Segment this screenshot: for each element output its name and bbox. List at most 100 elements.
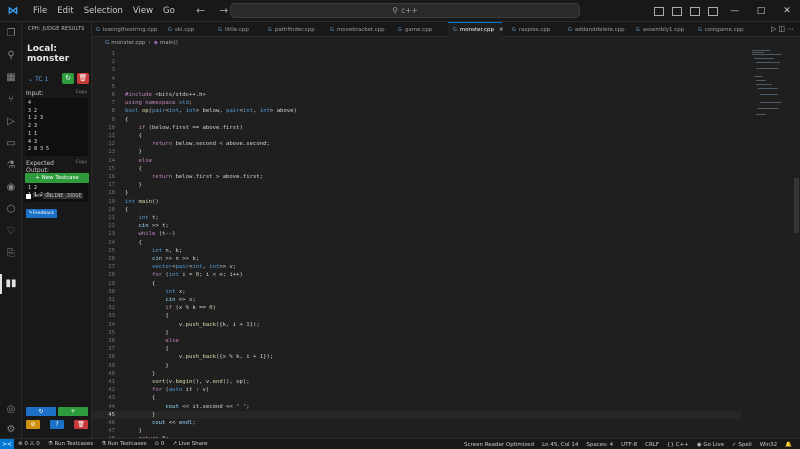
run-all-button[interactable]: ↻ bbox=[26, 407, 56, 416]
tab-game[interactable]: Ggame.cpp bbox=[392, 22, 440, 37]
run-debug-icon[interactable]: ▷ bbox=[5, 116, 17, 128]
code-line[interactable]: 36 else bbox=[92, 337, 742, 345]
code-line[interactable]: 42 for (auto it : v) bbox=[92, 386, 742, 394]
code-line[interactable]: 45 } bbox=[92, 410, 742, 419]
search-icon[interactable]: ⚲ bbox=[5, 50, 17, 62]
code-line[interactable]: 7 using namespace std; bbox=[92, 99, 742, 107]
code-line[interactable]: 21 int t; bbox=[92, 214, 742, 222]
copy-expected-link[interactable]: Copy bbox=[76, 160, 87, 174]
code-line[interactable]: 10 if (below.first == above.first) bbox=[92, 124, 742, 132]
code-line[interactable]: 23 while (t--) bbox=[92, 230, 742, 238]
code-line[interactable]: 41 sort(v.begin(), v.end(), op); bbox=[92, 378, 742, 386]
tab-movebracket[interactable]: Gmovebracket.cpp bbox=[324, 22, 390, 37]
input-box[interactable]: 43 21 2 32 31 14 32 8 3 5 bbox=[25, 98, 88, 156]
settings-gear-icon[interactable]: ⚙ bbox=[5, 424, 17, 436]
forward-arrow-icon[interactable]: → bbox=[219, 4, 228, 17]
source-control-icon[interactable]: ⑂ bbox=[5, 94, 17, 106]
close-button[interactable]: ✕ bbox=[774, 6, 800, 16]
split-editor-icon[interactable]: ◫ bbox=[778, 25, 787, 33]
code-line[interactable]: 31 cin >> x; bbox=[92, 296, 742, 304]
more-actions-icon[interactable]: ⋯ bbox=[787, 25, 796, 33]
code-editor[interactable]: 1 2 3 4 5 6 #include <bits/stdc++.h> 7 using nam… bbox=[92, 48, 800, 438]
run-testcases-status[interactable]: ⚗ Run Testcases bbox=[44, 441, 97, 447]
docker-icon[interactable]: ⬡ bbox=[5, 204, 17, 216]
tab-addanddelete[interactable]: Gaddanddelete.cpp bbox=[562, 22, 626, 37]
code-line[interactable]: 44 cout << it.second << " "; bbox=[92, 403, 742, 411]
minimap[interactable] bbox=[752, 48, 792, 118]
maximize-button[interactable]: □ bbox=[748, 6, 774, 16]
menu-selection[interactable]: Selection bbox=[79, 6, 128, 16]
feedback-button[interactable]: ✎Feedback bbox=[26, 209, 57, 218]
code-line[interactable]: 5 bbox=[92, 83, 742, 91]
code-line[interactable]: 32 if (x % k == 0) bbox=[92, 304, 742, 312]
eol-status[interactable]: CRLF bbox=[641, 442, 663, 448]
code-line[interactable]: 4 bbox=[92, 75, 742, 83]
code-line[interactable]: 24 { bbox=[92, 239, 742, 247]
notifications-bell-icon[interactable]: 🔔 bbox=[781, 442, 796, 448]
code-line[interactable]: 34 v.push_back({k, i + 1}); bbox=[92, 321, 742, 329]
code-line[interactable]: 13 } bbox=[92, 148, 742, 156]
menu-view[interactable]: View bbox=[128, 6, 158, 16]
cursor-position[interactable]: Ln 45, Col 14 bbox=[538, 442, 582, 448]
menu-file[interactable]: File bbox=[28, 6, 52, 16]
tab-raspies[interactable]: Graspies.cpp bbox=[506, 22, 558, 37]
testing-icon[interactable]: ⚗ bbox=[5, 160, 17, 172]
code-line[interactable]: 19 int main() bbox=[92, 198, 742, 206]
git-graph-icon[interactable]: ◉ bbox=[5, 182, 17, 194]
code-line[interactable]: 6 #include <bits/stdc++.h> bbox=[92, 91, 742, 99]
indentation-status[interactable]: Spaces: 4 bbox=[582, 442, 617, 448]
live-share-status[interactable]: ↗ Live Share bbox=[168, 441, 211, 447]
tab-little[interactable]: Glittle.cpp bbox=[212, 22, 262, 37]
language-mode[interactable]: {} C++ bbox=[663, 442, 693, 448]
copy-input-link[interactable]: Copy bbox=[76, 90, 87, 97]
code-line[interactable]: 9{ bbox=[92, 116, 742, 124]
delete-testcase-button[interactable]: 🗑 bbox=[77, 73, 89, 84]
code-line[interactable]: 39 } bbox=[92, 362, 742, 370]
toggle-sidebar-icon[interactable] bbox=[654, 6, 664, 16]
toggle-secondary-sidebar-icon[interactable] bbox=[690, 6, 700, 16]
help-button[interactable]: ? bbox=[50, 420, 64, 429]
minimize-button[interactable]: — bbox=[722, 6, 748, 16]
code-line[interactable]: 28 for (int i = 0; i < n; i++) bbox=[92, 271, 742, 279]
code-line[interactable]: 14 else bbox=[92, 157, 742, 165]
code-line[interactable]: 2 bbox=[92, 58, 742, 66]
command-center-search[interactable]: ⚲ c++ bbox=[230, 3, 580, 18]
code-line[interactable]: 47 } bbox=[92, 427, 742, 435]
code-line[interactable]: 40 } bbox=[92, 370, 742, 378]
tab-lowingthestring[interactable]: Glowingthestring.cpp bbox=[92, 22, 160, 37]
code-line[interactable]: 18} bbox=[92, 189, 742, 197]
code-line[interactable]: 20 { bbox=[92, 206, 742, 214]
tab-assembly1[interactable]: Gassembly1.cpp bbox=[630, 22, 688, 37]
bookmark-icon[interactable]: ⎘ bbox=[5, 248, 17, 260]
stop-button[interactable]: ⊘ bbox=[26, 420, 40, 429]
tab-monster[interactable]: Gmonster.cpp ✕ bbox=[448, 22, 504, 37]
code-line[interactable]: 33 { bbox=[92, 312, 742, 320]
code-line[interactable]: 29 { bbox=[92, 280, 742, 288]
code-line[interactable]: 22 cin >> t; bbox=[92, 222, 742, 230]
code-line[interactable]: 38 v.push_back({x % k, i + 1}); bbox=[92, 353, 742, 361]
code-line[interactable]: 30 int x; bbox=[92, 288, 742, 296]
code-line[interactable]: 8 bool op(pair<int, int> below, pair<int,… bbox=[92, 107, 742, 115]
remote-explorer-icon[interactable]: ▭ bbox=[5, 138, 17, 150]
code-line[interactable]: 1 bbox=[92, 50, 742, 58]
code-line[interactable]: 26 cin >> n >> k; bbox=[92, 255, 742, 263]
new-testcase-button[interactable]: + New Testcase bbox=[25, 173, 89, 183]
live-share-icon[interactable]: ♡ bbox=[5, 226, 17, 238]
explorer-icon[interactable]: ❐ bbox=[5, 28, 17, 40]
account-icon[interactable]: ◎ bbox=[5, 404, 17, 416]
code-line[interactable]: 3 bbox=[92, 66, 742, 74]
platform-status[interactable]: Win32 bbox=[756, 442, 781, 448]
breadcrumb-symbol[interactable]: main() bbox=[160, 40, 178, 46]
delete-all-button[interactable]: 🗑 bbox=[74, 420, 88, 429]
tab-coingame[interactable]: Gcoingame.cpp bbox=[692, 22, 752, 37]
back-arrow-icon[interactable]: ← bbox=[196, 4, 205, 17]
remote-indicator[interactable]: >< bbox=[0, 438, 14, 449]
code-line[interactable]: 43 { bbox=[92, 394, 742, 402]
extensions-icon[interactable]: ▦ bbox=[5, 72, 17, 84]
menu-edit[interactable]: Edit bbox=[52, 6, 78, 16]
rerun-testcase-button[interactable]: ↻ bbox=[62, 73, 74, 84]
code-line[interactable]: 25 int n, k; bbox=[92, 247, 742, 255]
testcase-row[interactable]: ⌄ TC 1 ↻ 🗑 bbox=[22, 72, 91, 86]
cph-judge-icon[interactable]: ▮▮ bbox=[5, 278, 17, 290]
code-line[interactable]: 12 return below.second < above.second; bbox=[92, 140, 742, 148]
